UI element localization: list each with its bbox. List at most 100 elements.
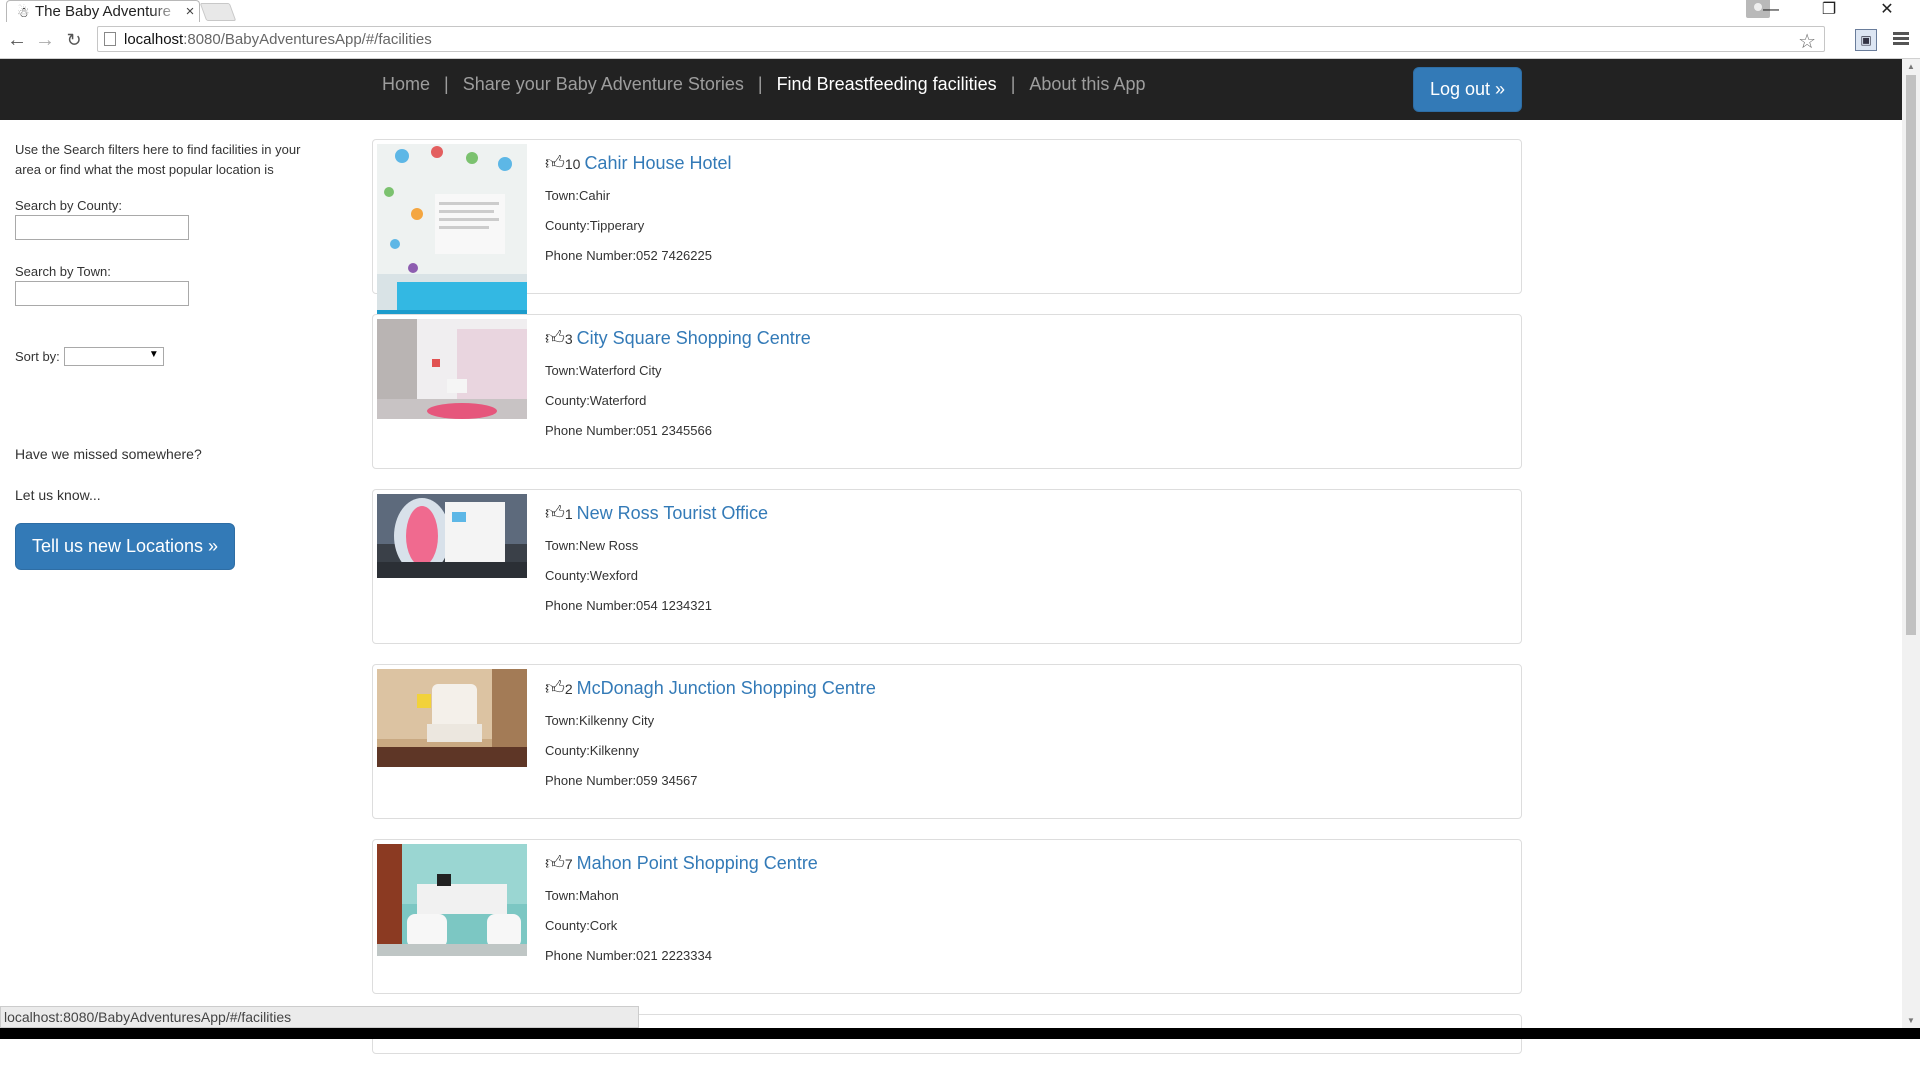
browser-tab[interactable]: ☃ The Baby Adventure ×: [6, 0, 200, 22]
address-bar[interactable]: localhost:8080/BabyAdventuresApp/#/facil…: [97, 26, 1825, 54]
reload-icon[interactable]: ↻: [62, 28, 86, 52]
scroll-down-icon[interactable]: ▼: [1907, 1016, 1915, 1025]
facility-title-row: 👍︎ 2 McDonagh Junction Shopping Centre: [545, 677, 876, 700]
facility-card: 👍︎ 7 Mahon Point Shopping Centre Town:Ma…: [372, 839, 1522, 994]
likes: 👍︎ 7: [545, 852, 577, 875]
maximize-icon[interactable]: ❐: [1806, 0, 1852, 22]
facility-phone: Phone Number:052 7426225: [545, 248, 712, 263]
page-icon: [104, 32, 116, 46]
facility-county: County:Waterford: [545, 393, 647, 408]
facility-card: 👍︎ 10 Cahir House Hotel Town:Cahir Count…: [372, 139, 1522, 322]
new-tab-button[interactable]: [199, 3, 237, 21]
facility-name-link[interactable]: Cahir House Hotel: [584, 153, 731, 174]
url-text: localhost:8080/BabyAdventuresApp/#/facil…: [124, 30, 432, 48]
facility-town: Town:Waterford City: [545, 363, 662, 378]
nav-separator: |: [757, 74, 763, 94]
dropdown-arrow-icon: ▼: [148, 349, 159, 360]
thumbs-up-icon[interactable]: 👍︎: [545, 677, 565, 700]
extension-icon[interactable]: ▣: [1855, 29, 1877, 51]
facility-title-row: 👍︎ 7 Mahon Point Shopping Centre: [545, 852, 818, 875]
like-count: 1: [564, 506, 573, 522]
facility-details: 👍︎ 7 Mahon Point Shopping Centre Town:Ma…: [545, 852, 818, 965]
sort-label: Sort by:: [15, 349, 60, 364]
nav-links: Home | Share your Baby Adventure Stories…: [382, 74, 1145, 95]
tab-close-button[interactable]: ×: [181, 3, 199, 20]
likes: 👍︎ 3: [545, 327, 577, 350]
facility-photo[interactable]: [377, 494, 527, 578]
tab-title: The Baby Adventure: [35, 3, 171, 20]
browser-tab-strip: ☃ The Baby Adventure × — ❐ ✕: [0, 0, 1920, 22]
facility-title-row: 👍︎ 10 Cahir House Hotel: [545, 152, 732, 175]
facility-details: 👍︎ 3 City Square Shopping Centre Town:Wa…: [545, 327, 811, 440]
os-taskbar: [0, 1028, 1920, 1039]
thumbs-up-icon[interactable]: 👍︎: [545, 852, 565, 875]
search-sidebar: Use the Search filters here to find faci…: [15, 140, 305, 570]
new-locations-button[interactable]: Tell us new Locations »: [15, 523, 235, 570]
nav-share-link[interactable]: Share your Baby Adventure Stories: [463, 74, 744, 95]
search-intro-text: Use the Search filters here to find faci…: [15, 142, 301, 177]
forward-icon[interactable]: →: [33, 28, 57, 52]
page-scrollbar[interactable]: ▲ ▼: [1902, 59, 1920, 1028]
facility-name-link[interactable]: New Ross Tourist Office: [577, 503, 768, 524]
like-count: 10: [564, 156, 581, 172]
facility-county: County:Cork: [545, 918, 618, 933]
facility-phone: Phone Number:051 2345566: [545, 423, 712, 438]
scroll-thumb[interactable]: [1906, 75, 1916, 635]
thumbs-up-icon[interactable]: 👍︎: [545, 502, 565, 525]
like-count: 7: [564, 856, 573, 872]
status-url-bubble: localhost:8080/BabyAdventuresApp/#/facil…: [0, 1006, 639, 1028]
sort-control: Sort by: ▼: [15, 347, 305, 366]
facility-details: 👍︎ 10 Cahir House Hotel Town:Cahir Count…: [545, 152, 732, 265]
facility-county: County:Wexford: [545, 568, 638, 583]
county-search-input[interactable]: [15, 215, 189, 240]
town-label: Search by Town:: [15, 264, 111, 279]
minimize-icon[interactable]: —: [1748, 0, 1794, 22]
site-navbar: Home | Share your Baby Adventure Stories…: [0, 59, 1902, 120]
facility-details: 👍︎ 1 New Ross Tourist Office Town:New Ro…: [545, 502, 768, 615]
facility-photo[interactable]: [377, 669, 527, 767]
nav-separator: |: [444, 74, 449, 94]
star-icon[interactable]: ☆: [1798, 29, 1816, 54]
like-count: 3: [564, 331, 573, 347]
like-count: 2: [564, 681, 573, 697]
nav-separator: |: [1010, 74, 1016, 94]
back-icon[interactable]: ←: [5, 28, 29, 52]
facility-details: 👍︎ 2 McDonagh Junction Shopping Centre T…: [545, 677, 876, 790]
facility-town: Town:Mahon: [545, 888, 619, 903]
facility-town: Town:New Ross: [545, 538, 639, 553]
facility-name-link[interactable]: McDonagh Junction Shopping Centre: [577, 678, 876, 699]
facility-card: 👍︎ 3 City Square Shopping Centre Town:Wa…: [372, 314, 1522, 469]
browser-toolbar: ← → ↻ localhost:8080/BabyAdventuresApp/#…: [0, 22, 1920, 59]
close-icon[interactable]: ✕: [1864, 0, 1910, 22]
nav-find-link[interactable]: Find Breastfeeding facilities: [777, 74, 997, 95]
facility-town: Town:Cahir: [545, 188, 611, 203]
scroll-up-icon[interactable]: ▲: [1907, 62, 1915, 71]
facility-photo[interactable]: [377, 319, 527, 419]
county-label: Search by County:: [15, 198, 122, 213]
facility-title-row: 👍︎ 3 City Square Shopping Centre: [545, 327, 811, 350]
sort-select[interactable]: ▼: [63, 347, 164, 366]
likes: 👍︎ 1: [545, 502, 577, 525]
nav-home-link[interactable]: Home: [382, 74, 430, 95]
facility-name-link[interactable]: Mahon Point Shopping Centre: [577, 853, 818, 874]
thumbs-up-icon[interactable]: 👍︎: [545, 327, 565, 350]
menu-icon[interactable]: [1893, 30, 1909, 48]
facility-phone: Phone Number:054 1234321: [545, 598, 712, 613]
baby-favicon-icon: ☃: [17, 3, 30, 20]
facility-phone: Phone Number:021 2223334: [545, 948, 712, 963]
thumbs-up-icon[interactable]: 👍︎: [545, 152, 565, 175]
likes: 👍︎ 10: [545, 152, 584, 175]
likes: 👍︎ 2: [545, 677, 577, 700]
let-us-know-text: Let us know...: [15, 487, 101, 503]
facility-photo[interactable]: [377, 844, 527, 956]
facility-county: County:Kilkenny: [545, 743, 639, 758]
facility-name-link[interactable]: City Square Shopping Centre: [577, 328, 811, 349]
facility-photo[interactable]: [377, 144, 527, 322]
facility-town: Town:Kilkenny City: [545, 713, 655, 728]
facility-list: 👍︎ 10 Cahir House Hotel Town:Cahir Count…: [372, 139, 1522, 1074]
town-search-input[interactable]: [15, 281, 189, 306]
logout-button[interactable]: Log out »: [1413, 67, 1522, 112]
nav-about-link[interactable]: About this App: [1029, 74, 1145, 95]
facility-title-row: 👍︎ 1 New Ross Tourist Office: [545, 502, 768, 525]
facility-card: 👍︎ 1 New Ross Tourist Office Town:New Ro…: [372, 489, 1522, 644]
